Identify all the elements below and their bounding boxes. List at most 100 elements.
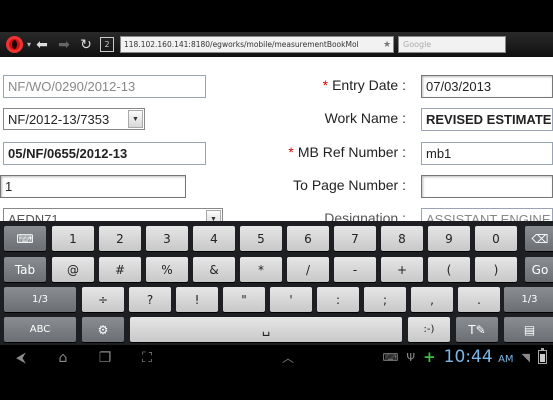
estimate-select[interactable]: NF/2012-13/7353 ▼ [3, 108, 145, 130]
kbd-row3-key-2[interactable]: ! [176, 287, 218, 312]
key-label: + [396, 262, 408, 277]
key-label: 2 [116, 231, 124, 246]
kbd-row1-key-7[interactable]: 8 [381, 226, 423, 251]
keyboard-settings-key[interactable]: ⌨ [4, 226, 46, 251]
designation-label: Designation : [280, 210, 406, 221]
entry-date-label: * Entry Date : [280, 77, 406, 93]
key-label: ' [289, 292, 293, 307]
page-from-field[interactable]: 1 [0, 175, 186, 198]
kbd-row1-key-4[interactable]: 5 [240, 226, 282, 251]
key-label: - [352, 262, 358, 277]
wifi-icon: ◥ [521, 350, 530, 364]
kbd-row3-key-1[interactable]: ? [129, 287, 171, 312]
screenshot-icon[interactable]: ⛶ [126, 350, 168, 366]
usb-icon: Ψ [406, 350, 416, 364]
key-label: & [209, 262, 219, 277]
enter-key[interactable]: ▤ [504, 317, 553, 342]
mb-ref-field[interactable]: mb1 [421, 142, 553, 165]
search-input[interactable]: Google [398, 36, 507, 53]
key-label: 5 [257, 231, 265, 246]
page-switch-key-right[interactable]: 1/3 [504, 287, 553, 312]
forward-icon[interactable]: ➡ [53, 37, 75, 53]
kbd-row1-key-2[interactable]: 3 [146, 226, 188, 251]
to-page-field[interactable] [421, 175, 553, 198]
partial-select[interactable]: AEDN71 ▼ [3, 208, 223, 221]
back-icon[interactable]: ⬅ [31, 37, 53, 53]
kbd-row3-key-6[interactable]: ; [364, 287, 406, 312]
kbd-row2-key-5[interactable]: / [287, 257, 329, 282]
key-label: : [335, 292, 341, 307]
key-label: ? [146, 292, 154, 307]
kbd-row2-key-3[interactable]: & [193, 257, 235, 282]
pen-icon: T✎ [468, 322, 486, 337]
gear-icon: ⚙ [97, 322, 109, 337]
handwriting-key[interactable]: T✎ [456, 317, 498, 342]
kbd-row2-key-6[interactable]: - [334, 257, 376, 282]
kbd-row3-key-7[interactable]: , [411, 287, 453, 312]
kbd-row3-key-3[interactable]: " [223, 287, 265, 312]
key-label: ; [382, 292, 388, 307]
kbd-row3-key-8[interactable]: . [458, 287, 500, 312]
tab-key[interactable]: Tab [4, 257, 46, 282]
kbd-row2-key-9[interactable]: ) [475, 257, 517, 282]
home-icon[interactable]: ⌂ [42, 350, 84, 366]
wo-number-field[interactable]: NF/WO/0290/2012-13 [3, 75, 206, 98]
wo-number-value: NF/WO/0290/2012-13 [8, 79, 136, 94]
kbd-row1-key-6[interactable]: 7 [334, 226, 376, 251]
kbd-row2-key-4[interactable]: * [240, 257, 282, 282]
kbd-row1-key-0[interactable]: 1 [52, 226, 94, 251]
smiley-key[interactable]: :-) [408, 317, 450, 342]
opera-logo-icon [5, 36, 23, 53]
kbd-row2-key-0[interactable]: @ [52, 257, 94, 282]
plus-icon: + [423, 348, 436, 366]
kbd-row1-key-3[interactable]: 4 [193, 226, 235, 251]
designation-value: ASSISTANT ENGINE [426, 212, 551, 221]
kbd-row1-key-5[interactable]: 6 [287, 226, 329, 251]
go-key[interactable]: Go [525, 257, 553, 282]
kbd-row3-key-0[interactable]: ÷ [82, 287, 124, 312]
on-screen-keyboard: ⌨ 1 2 3 4 5 6 7 8 9 0 ⌫ Tab @ #% & * / - + () Go 1/3 ÷?!… [0, 221, 553, 345]
key-label: # [114, 262, 126, 277]
kbd-row2-key-2[interactable]: % [146, 257, 188, 282]
key-label: " [241, 292, 247, 307]
key-label: ÷ [97, 292, 109, 307]
abc-key[interactable]: ABC [4, 317, 76, 342]
smiley-key-label: :-) [423, 324, 435, 335]
kbd-row2-key-8[interactable]: ( [428, 257, 470, 282]
status-area[interactable]: ⌨ Ψ + 10:44 AM ◥ [383, 347, 547, 367]
designation-label-text: Designation : [324, 210, 406, 221]
entry-date-field[interactable]: 07/03/2013 [421, 75, 553, 98]
opera-menu-button[interactable] [2, 34, 26, 56]
key-label: ! [194, 292, 200, 307]
kbd-row3-key-4[interactable]: ' [270, 287, 312, 312]
backspace-key[interactable]: ⌫ [525, 226, 553, 251]
kbd-row2-key-1[interactable]: # [99, 257, 141, 282]
web-page: NF/WO/0290/2012-13 * Entry Date : 07/03/2… [0, 57, 553, 221]
chevron-up-icon[interactable]: ︿ [282, 349, 294, 366]
kbd-row2-key-7[interactable]: + [381, 257, 423, 282]
mb-number-field[interactable]: 05/NF/0655/2012-13 [3, 142, 206, 165]
address-bar[interactable]: 118.102.160.141:8180/egworks/mobile/meas… [120, 36, 395, 53]
space-key[interactable]: ␣ [130, 317, 402, 342]
space-icon: ␣ [261, 322, 271, 337]
star-icon[interactable]: ★ [383, 40, 391, 50]
page-switch-key[interactable]: 1/3 [4, 287, 76, 312]
kbd-row1-key-1[interactable]: 2 [99, 226, 141, 251]
reload-icon[interactable]: ↻ [75, 37, 97, 53]
back-nav-icon[interactable]: ⮜ [0, 350, 42, 366]
list-icon: ▤ [523, 322, 536, 337]
settings-key[interactable]: ⚙ [82, 317, 124, 342]
partial-select-value: AEDN71 [8, 211, 59, 222]
work-name-value: REVISED ESTIMATE [426, 112, 552, 127]
kbd-row1-key-8[interactable]: 9 [428, 226, 470, 251]
kbd-row3-key-5[interactable]: : [317, 287, 359, 312]
designation-field[interactable]: ASSISTANT ENGINE [421, 208, 553, 221]
system-navigation-bar: ⮜ ⌂ ❐ ⛶ ︿ ⌨ Ψ + 10:44 AM ◥ [0, 345, 553, 371]
work-name-field[interactable]: REVISED ESTIMATE [421, 108, 553, 131]
keyboard-status-icon: ⌨ [382, 350, 399, 364]
key-label: * [258, 262, 264, 277]
tab-count-button[interactable]: 2 [100, 37, 115, 52]
recent-apps-icon[interactable]: ❐ [84, 350, 126, 366]
key-label: 7 [351, 231, 359, 246]
kbd-row1-key-9[interactable]: 0 [475, 226, 517, 251]
